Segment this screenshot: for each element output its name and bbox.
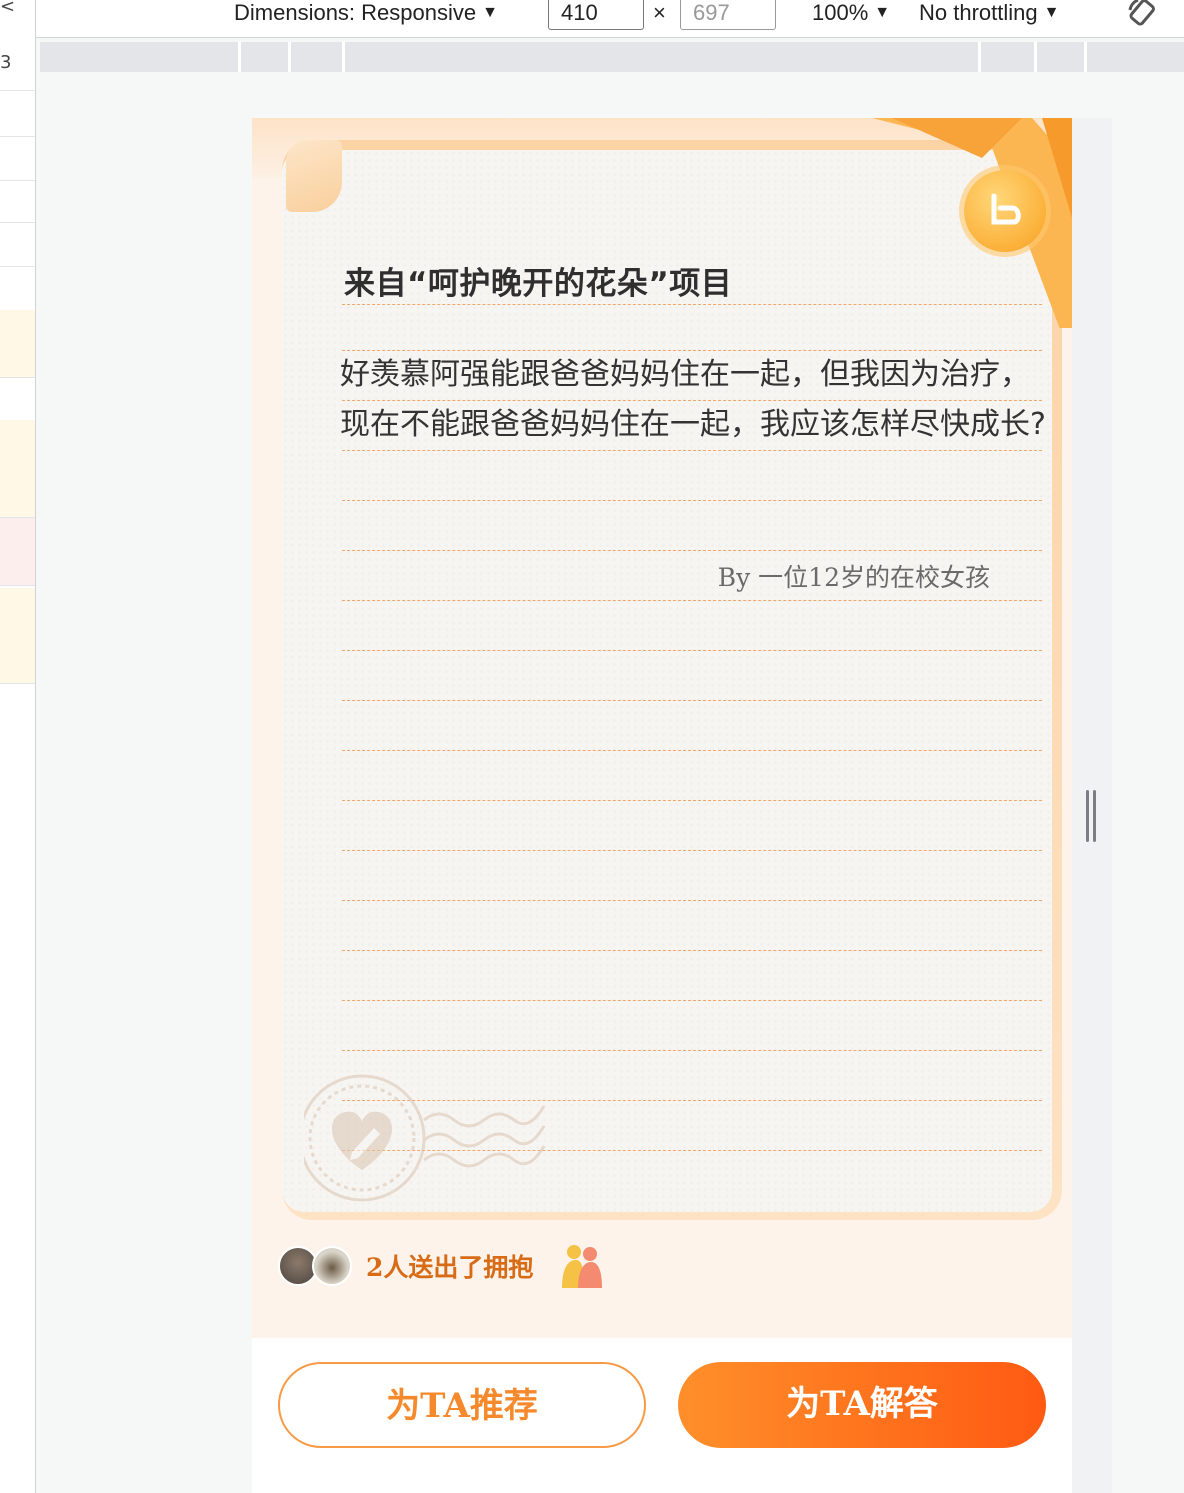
ruled-line	[342, 1050, 1042, 1051]
action-bar: 为TA推荐 为TA解答	[252, 1338, 1072, 1493]
collapse-chevron-icon[interactable]: <	[0, 0, 15, 16]
coin-logo-icon	[964, 170, 1046, 252]
dimensions-dropdown[interactable]: Dimensions: Responsive ▼	[234, 0, 498, 28]
mq-separator	[1084, 42, 1087, 72]
answer-button[interactable]: 为TA解答	[678, 1362, 1046, 1448]
panel-row-warning	[0, 588, 35, 684]
letter-signature: By 一位12岁的在校女孩	[717, 563, 990, 592]
ruled-line	[342, 650, 1042, 651]
hug-summary[interactable]: 2人送出了拥抱	[278, 1242, 678, 1290]
avatar	[312, 1246, 352, 1286]
device-toolbar: Dimensions: Responsive ▼ 410 × 697 100% ▼ …	[36, 0, 1184, 38]
panel-row	[0, 180, 35, 181]
panel-divider	[0, 90, 35, 91]
ruled-line	[342, 850, 1042, 851]
panel-row-warning	[0, 310, 35, 378]
mq-separator	[1034, 42, 1037, 72]
ruled-line	[342, 750, 1042, 751]
panel-row	[0, 136, 35, 137]
resize-handle-icon[interactable]	[1086, 790, 1098, 842]
dimensions-label: Dimensions: Responsive	[234, 0, 477, 25]
ruled-line	[342, 900, 1042, 901]
ruled-line	[342, 600, 1042, 601]
hug-icon	[562, 1245, 602, 1288]
letter-body: 好羡慕阿强能跟爸爸妈妈住在一起，但我因为治疗，现在不能跟爸爸妈妈住在一起，我应该…	[340, 357, 1046, 442]
ruled-line	[342, 500, 1042, 501]
ruled-line	[342, 550, 1042, 551]
dimension-separator: ×	[653, 0, 666, 25]
letter-fold-corner	[286, 140, 342, 212]
heart-pen-stamp-icon	[304, 1074, 546, 1202]
mq-separator	[342, 42, 345, 72]
panel-row	[0, 222, 35, 223]
rotate-device-icon[interactable]	[1126, 0, 1160, 30]
mq-separator	[288, 42, 291, 72]
dropdown-caret-icon: ▼	[1043, 4, 1060, 21]
dropdown-caret-icon: ▼	[482, 4, 498, 21]
ruled-line	[342, 950, 1042, 951]
hug-count-text: 2人送出了拥抱	[366, 1253, 534, 1282]
ruled-line	[342, 800, 1042, 801]
panel-row-warning	[0, 420, 35, 518]
throttling-label: No throttling	[919, 0, 1038, 25]
devtools-left-panel: < 3	[0, 0, 36, 1493]
throttling-dropdown[interactable]: No throttling ▼	[919, 0, 1059, 28]
ruled-line	[342, 450, 1042, 451]
ruled-line	[342, 700, 1042, 701]
panel-row-error	[0, 518, 35, 586]
width-input[interactable]: 410	[548, 0, 644, 30]
media-query-bar[interactable]	[40, 42, 1184, 72]
panel-row	[0, 266, 35, 267]
dropdown-caret-icon: ▼	[874, 4, 891, 21]
recommend-button[interactable]: 为TA推荐	[278, 1362, 646, 1448]
zoom-dropdown[interactable]: 100% ▼	[812, 0, 890, 28]
ruled-line	[342, 1000, 1042, 1001]
letter-title: 来自“呵护晚开的花朵”项目	[344, 266, 733, 302]
height-input[interactable]: 697	[680, 0, 776, 30]
panel-glyph: 3	[0, 52, 12, 73]
mobile-viewport: 来自“呵护晚开的花朵”项目 好羡慕阿强能跟爸爸妈妈住在一起，但我因为治疗，现在不…	[252, 118, 1072, 1493]
zoom-label: 100%	[812, 0, 869, 25]
mq-separator	[978, 42, 981, 72]
mq-separator	[238, 42, 241, 72]
